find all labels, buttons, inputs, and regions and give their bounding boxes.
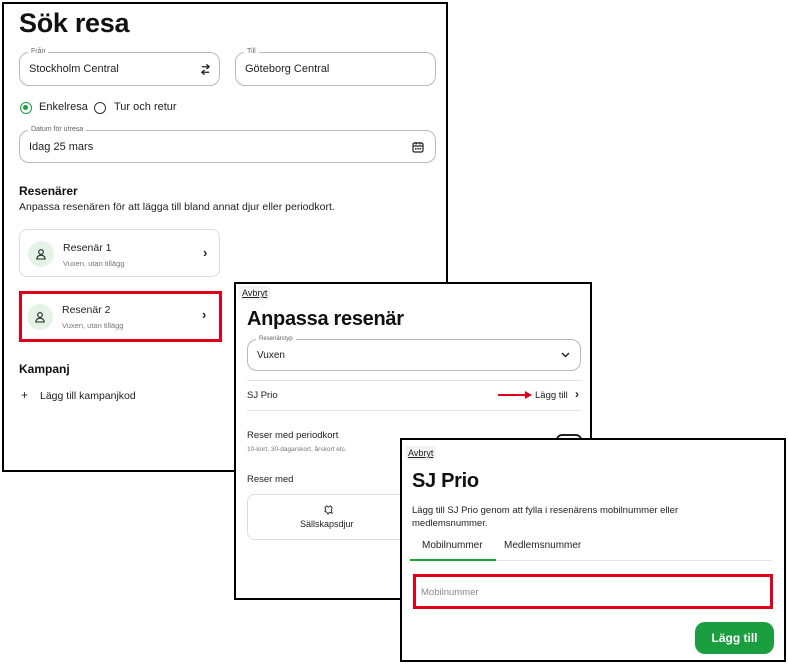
date-label: Datum för utresa xyxy=(28,125,87,135)
from-field[interactable]: Från Stockholm Central xyxy=(19,47,220,86)
traveler-type-value: Vuxen xyxy=(257,350,285,361)
traveler-card-1[interactable]: Resenär 1 Vuxen, utan tillägg › xyxy=(19,229,220,277)
sj-prio-panel: Avbryt SJ Prio Lägg till SJ Prio genom a… xyxy=(400,438,786,662)
pet-label: Sällskapsdjur xyxy=(300,519,354,529)
traveler-type-select[interactable]: Resenärstyp Vuxen xyxy=(247,334,581,371)
tab-member-number[interactable]: Medlemsnummer xyxy=(504,540,581,551)
pet-option[interactable]: Sällskapsdjur xyxy=(247,494,407,540)
cancel-link[interactable]: Avbryt xyxy=(405,446,437,460)
return-label: Tur och retur xyxy=(114,101,177,113)
sj-prio-description: Lägg till SJ Prio genom att fylla i rese… xyxy=(412,505,679,529)
customize-title: Anpassa resenär xyxy=(247,308,404,330)
active-tab-indicator xyxy=(410,559,496,561)
sj-prio-add-button[interactable]: Lägg till xyxy=(535,390,568,401)
traveler-type-label: Resenärstyp xyxy=(256,334,296,344)
add-campaign-code-button[interactable]: Lägg till kampanjkod xyxy=(40,390,136,402)
one-way-radio[interactable] xyxy=(20,102,32,114)
tab-mobile-number[interactable]: Mobilnummer xyxy=(422,540,483,551)
campaign-heading: Kampanj xyxy=(19,362,70,376)
commuter-detail: 10-kort, 30-dagarskort, årskort etc. xyxy=(247,446,347,453)
chevron-right-icon: › xyxy=(203,245,208,260)
mobile-number-placeholder: Mobilnummer xyxy=(421,587,479,598)
date-value: Idag 25 mars xyxy=(29,141,94,153)
plus-icon: + xyxy=(21,388,29,402)
sj-prio-label: SJ Prio xyxy=(247,390,278,401)
travelers-heading: Resenärer xyxy=(19,184,78,198)
traveler-1-name: Resenär 1 xyxy=(63,242,112,254)
cancel-link[interactable]: Avbryt xyxy=(239,286,271,300)
to-field[interactable]: Till Göteborg Central xyxy=(235,47,436,86)
travelers-description: Anpassa resenären för att lägga till bla… xyxy=(19,201,335,213)
traveler-1-detail: Vuxen, utan tillägg xyxy=(63,259,125,268)
arrow-right-icon xyxy=(498,390,534,400)
chevron-right-icon: › xyxy=(575,387,579,401)
chevron-down-icon xyxy=(558,348,572,362)
swap-icon[interactable] xyxy=(197,61,213,77)
calendar-icon[interactable] xyxy=(411,140,425,154)
page-title: Sök resa xyxy=(19,8,130,38)
add-sj-prio-button[interactable]: Lägg till xyxy=(695,622,774,654)
to-value: Göteborg Central xyxy=(245,63,330,75)
person-icon xyxy=(28,241,54,267)
pet-icon xyxy=(322,503,334,515)
return-radio[interactable] xyxy=(94,102,106,114)
divider xyxy=(247,380,581,381)
mobile-number-input[interactable]: Mobilnummer xyxy=(413,574,773,609)
traveler-2-highlight xyxy=(19,291,222,342)
from-label: Från xyxy=(28,47,49,57)
from-value: Stockholm Central xyxy=(29,63,119,75)
sj-prio-title: SJ Prio xyxy=(412,470,479,492)
to-label: Till xyxy=(244,47,259,57)
date-field[interactable]: Datum för utresa Idag 25 mars xyxy=(19,125,436,163)
commuter-label: Reser med periodkort xyxy=(247,430,339,441)
travels-with-label: Reser med xyxy=(247,474,294,485)
one-way-label: Enkelresa xyxy=(39,101,88,113)
divider xyxy=(247,410,581,411)
